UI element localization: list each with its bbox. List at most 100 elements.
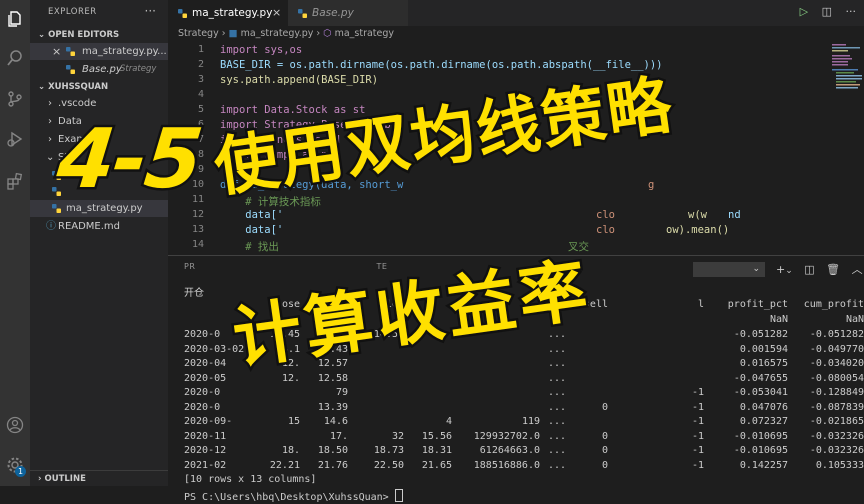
column-header: profit_pct (727, 299, 788, 310)
ellipsis-cell: ... (547, 459, 566, 471)
source-control-icon[interactable] (4, 88, 26, 110)
open-editors-header[interactable]: ⌄ OPEN EDITORS (38, 30, 119, 40)
line-number: 1 (197, 44, 204, 55)
ellipsis-cell: ... (547, 343, 566, 355)
table-cell: 0 (601, 459, 608, 471)
table-cell: -0.128849 (809, 387, 864, 398)
tab-terminal[interactable]: TE (376, 262, 387, 271)
table-cell: 2020-09- (184, 416, 233, 427)
table-cell: 0.072327 (739, 416, 788, 427)
ellipsis-cell: ... (547, 430, 566, 442)
table-cell: -1 (691, 459, 704, 471)
table-cell: -0.010695 (733, 430, 788, 442)
panel-actions: +⌄ ◫ 🗑 ︿ × (776, 261, 864, 277)
line-number: 5 (197, 104, 204, 115)
table-cell: 2021-02 (184, 459, 227, 471)
column-header: high (323, 299, 348, 310)
maximize-panel-icon[interactable]: ︿ (852, 263, 863, 276)
minimap[interactable] (828, 42, 864, 102)
function-symbol-icon: ⬡ (323, 28, 332, 39)
line-number: 11 (191, 194, 204, 205)
extensions-icon[interactable] (4, 170, 26, 192)
table-row: 2020-0 13.39... 0 -1 0.047076 -0.087839 (184, 402, 864, 417)
code-line: BASE_DIR = os.path.dirname(os.path.dirna… (220, 59, 663, 71)
chevron-down-icon: ⌄ (38, 30, 49, 40)
tree-file-hidden[interactable] (30, 183, 168, 200)
run-debug-icon[interactable] (4, 128, 26, 150)
table-cell: -0.021865 (809, 416, 864, 427)
tab-problems[interactable]: PR (184, 262, 195, 271)
breadcrumb-folder[interactable]: Strategy (178, 28, 219, 39)
table-cell: 79 (335, 387, 348, 398)
code-line: import pandas as pd (220, 134, 341, 146)
code-fragment: g (648, 179, 655, 191)
table-cell: 188516886.0 (473, 459, 540, 471)
activity-bar: 1 (0, 0, 30, 486)
outline-header[interactable]: › OUTLINE (38, 474, 86, 484)
more-actions-icon[interactable]: ··· (145, 4, 156, 18)
chevron-down-icon: ⌄ (38, 82, 49, 92)
open-editor-item[interactable]: Base.py Strategy (30, 61, 168, 78)
breadcrumb-symbol[interactable]: ma_strategy (335, 28, 394, 39)
tree-item-label: Data (58, 116, 82, 127)
table-cell: 14.1 (275, 343, 300, 355)
split-editor-icon[interactable]: ◫ (822, 5, 832, 18)
tab-label: Base.py (312, 7, 354, 19)
table-cell: 2020-12 (184, 445, 227, 456)
editor-area: ma_strategy.py × Base.py ▷ ◫ ··· Strateg… (168, 0, 864, 255)
python-file-icon: ■ (228, 28, 238, 39)
table-cell: 0.142257 (739, 459, 788, 471)
table-cell: 18. (281, 445, 300, 456)
chevron-down-icon[interactable]: ⌄ (785, 266, 793, 276)
panel-tabs: PR TE (184, 262, 387, 271)
close-icon[interactable]: × (52, 43, 61, 60)
close-icon[interactable]: × (272, 0, 281, 26)
new-terminal-icon[interactable]: + (776, 263, 785, 276)
workspace-label: XUHSSQUAN (48, 82, 109, 92)
table-cell: 14.41 (317, 329, 348, 340)
workspace-header[interactable]: ⌄ XUHSSQUAN (38, 82, 108, 92)
tree-item-label: Exam (58, 134, 87, 145)
breadcrumb-file[interactable]: ma_strategy.py (241, 28, 314, 39)
prompt-text: PS C:\Users\hbq\Desktop\XuhssQuan> (184, 492, 395, 503)
code-editor[interactable]: 1 2 3 4 5 6 7 8 9 10 11 12 13 14 import … (168, 42, 864, 255)
table-row: 2020-11 17. 32 15.56 129932702.0... 0 -1 -0.010… (184, 431, 864, 446)
tree-folder-strategy[interactable]: ⌄ Str (30, 149, 168, 166)
tree-file-readme[interactable]: ⓘ README.md (30, 218, 168, 235)
terminal-prompt[interactable]: PS C:\Users\hbq\Desktop\XuhssQuan> (184, 489, 403, 504)
table-cell: 12. (281, 372, 300, 384)
table-cell: 0.105333 (815, 459, 864, 471)
more-actions-icon[interactable]: ··· (846, 5, 857, 18)
outline-divider (30, 470, 168, 471)
search-icon[interactable] (4, 47, 26, 69)
table-row: 2021-02 22.21 21.76 22.50 21.65 188516886.0..… (184, 460, 864, 475)
table-cell: -0.053041 (733, 387, 788, 398)
ellipsis-cell: ... (547, 329, 566, 340)
table-cell: -0.047655 (733, 372, 788, 384)
column-header: sell (583, 299, 608, 310)
tree-file-ma-strategy[interactable]: ma_strategy.py (30, 200, 168, 217)
python-file-icon (66, 65, 75, 74)
account-icon[interactable] (4, 414, 26, 436)
run-icon[interactable]: ▷ (800, 5, 808, 18)
tab-base[interactable]: Base.py (288, 0, 408, 26)
tree-folder-examples[interactable]: › Exam (30, 131, 168, 148)
table-cell: 12. (281, 358, 300, 369)
line-number: 10 (191, 179, 204, 190)
table-cell: 0 (601, 401, 608, 413)
table-cell: 22.50 (373, 459, 404, 471)
open-editor-item[interactable]: × ma_strategy.py... (30, 43, 168, 60)
terminal-select[interactable]: ⌄ (693, 262, 765, 277)
tree-folder-data[interactable]: › Data (30, 113, 168, 130)
editor-tabs: ma_strategy.py × Base.py ▷ ◫ ··· (168, 0, 864, 26)
split-terminal-icon[interactable]: ◫ (804, 263, 814, 276)
explorer-icon[interactable] (4, 8, 26, 30)
code-fragment: clo (596, 209, 615, 221)
table-cell: NaN (769, 314, 788, 325)
terminal-line: [10 rows x 13 columns] (184, 474, 316, 489)
tree-folder-vscode[interactable]: › .vscode (30, 95, 168, 112)
code-line: data[' (220, 224, 284, 236)
line-number: 12 (191, 209, 204, 220)
trash-icon[interactable]: 🗑 (826, 263, 840, 276)
tree-file-hidden[interactable] (30, 167, 168, 184)
